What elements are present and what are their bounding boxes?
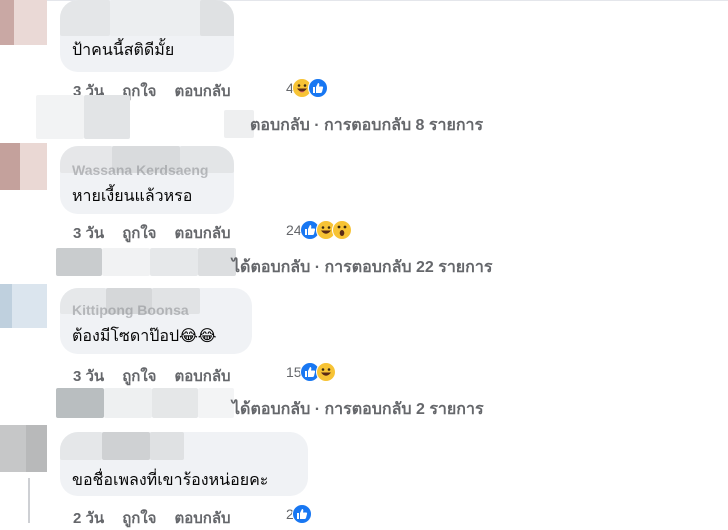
- view-replies-link[interactable]: ได้ตอบกลับ · การตอบกลับ 2 รายการ: [232, 397, 484, 422]
- reaction-summary[interactable]: 4: [286, 78, 328, 98]
- name-blur: [198, 388, 234, 418]
- view-replies-link[interactable]: ตอบกลับ · การตอบกลับ 8 รายการ: [250, 113, 483, 138]
- like-icon: [307, 78, 328, 98]
- avatar[interactable]: [0, 425, 47, 472]
- name-blur: [150, 432, 184, 460]
- view-replies-link[interactable]: ได้ตอบกลับ · การตอบกลับ 22 รายการ: [232, 255, 492, 280]
- name-blur: [102, 432, 150, 460]
- wow-icon: [331, 220, 352, 240]
- comment-time[interactable]: 3 วัน: [73, 225, 104, 242]
- commenter-name[interactable]: Kittipong Boonsa: [72, 302, 189, 318]
- comment-actions: 3 วัน ถูกใจ ตอบกลับ: [73, 364, 249, 388]
- comment-bubble: Wassana Kerdsaeng หายเงี้ยนแล้วหรอ: [60, 146, 234, 214]
- name-blur: [60, 432, 102, 460]
- like-button[interactable]: ถูกใจ: [122, 368, 156, 385]
- comment-actions: 2 วัน ถูกใจ ตอบกลับ: [73, 506, 249, 530]
- reaction-summary[interactable]: 15: [286, 362, 336, 382]
- avatar-blur: [56, 248, 102, 276]
- name-blur: [150, 248, 198, 276]
- comment-text: ป้าคนนี้สติดีมั้ย: [72, 42, 175, 59]
- haha-icon: [315, 362, 336, 382]
- reply-button[interactable]: ตอบกลับ: [174, 368, 230, 385]
- comment-actions: 3 วัน ถูกใจ ตอบกลับ: [73, 221, 249, 245]
- reaction-summary[interactable]: 24: [286, 220, 352, 240]
- thread-line: [28, 478, 30, 523]
- like-button[interactable]: ถูกใจ: [122, 225, 156, 242]
- name-blur: [198, 248, 236, 276]
- comment-text: หายเงี้ยนแล้วหรอ: [72, 188, 193, 205]
- name-blur: [110, 0, 202, 36]
- name-blur: [104, 388, 152, 418]
- avatar[interactable]: [0, 0, 47, 45]
- commenter-name[interactable]: Wassana Kerdsaeng: [72, 162, 208, 178]
- comment-bubble: Kittipong Boonsa ต้องมีโซดาป๊อป😂😂: [60, 288, 252, 354]
- reply-button[interactable]: ตอบกลับ: [174, 225, 230, 242]
- avatar[interactable]: [0, 143, 47, 190]
- avatar-blur: [84, 95, 130, 139]
- name-blur: [152, 388, 198, 418]
- comment-bubble: ป้าคนนี้สติดีมั้ย: [60, 0, 234, 72]
- comment-bubble: ขอชื่อเพลงที่เขาร้องหน่อยคะ: [60, 432, 308, 496]
- avatar-blur: [36, 95, 84, 139]
- comment-text: ต้องมีโซดาป๊อป😂😂: [72, 328, 217, 345]
- avatar[interactable]: [0, 284, 47, 328]
- avatar-blur: [56, 388, 104, 418]
- comment-time[interactable]: 3 วัน: [73, 368, 104, 385]
- reply-button[interactable]: ตอบกลับ: [174, 83, 230, 100]
- like-icon: [291, 504, 312, 524]
- like-button[interactable]: ถูกใจ: [122, 510, 156, 527]
- name-blur: [102, 248, 150, 276]
- comment-text: ขอชื่อเพลงที่เขาร้องหน่อยคะ: [72, 472, 269, 489]
- name-blur: [60, 0, 110, 36]
- comment-time[interactable]: 2 วัน: [73, 510, 104, 527]
- reply-button[interactable]: ตอบกลับ: [174, 510, 230, 527]
- name-blur: [200, 0, 234, 36]
- reaction-summary[interactable]: 2: [286, 504, 312, 524]
